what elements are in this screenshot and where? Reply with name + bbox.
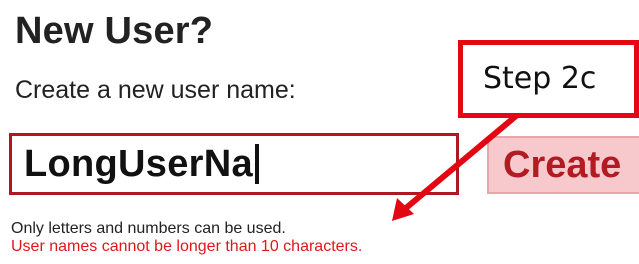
username-input[interactable]: LongUserNa: [9, 133, 459, 195]
error-message: User names cannot be longer than 10 char…: [11, 238, 363, 255]
page-title: New User?: [15, 10, 214, 52]
step-callout-box: Step 2c: [458, 40, 639, 118]
text-caret: [254, 144, 259, 184]
username-value: LongUserNa: [24, 142, 253, 185]
help-text: Only letters and numbers can be used.: [11, 220, 286, 237]
username-prompt: Create a new user name:: [15, 76, 296, 104]
create-button[interactable]: Create: [487, 136, 639, 194]
new-user-form: New User? Create a new user name: LongUs…: [0, 0, 639, 264]
step-callout-label: Step 2c: [483, 61, 597, 96]
